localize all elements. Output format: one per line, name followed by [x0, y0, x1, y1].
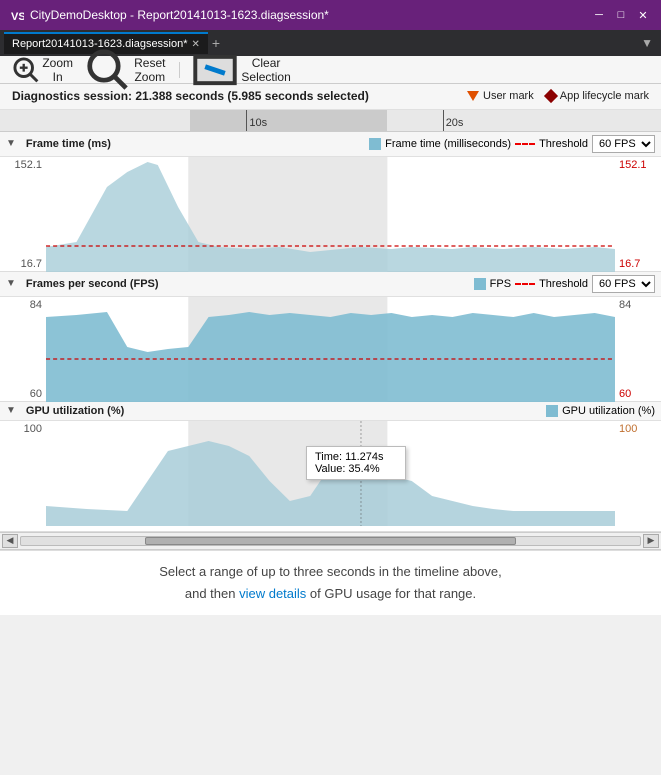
timeline-ruler: 10s 20s: [0, 110, 661, 132]
fps-y-mid: 60: [4, 388, 42, 400]
gpu-y-left: 100 0: [0, 421, 46, 526]
gpu-header: ▼ GPU utilization (%) GPU utilization (%…: [0, 402, 661, 421]
fps-y-max: 84: [4, 299, 42, 311]
fps-threshold-dash: [515, 283, 535, 285]
tab-close-button[interactable]: ✕: [192, 39, 200, 50]
fps-area: [46, 297, 615, 402]
fps-y-max-right: 84: [619, 299, 657, 311]
clear-selection-icon: [192, 47, 238, 93]
frame-time-area: [46, 157, 615, 272]
close-button[interactable]: ✕: [633, 5, 653, 25]
session-info: Diagnostics session: 21.388 seconds (5.9…: [12, 88, 369, 105]
fps-legend-box: [474, 278, 486, 290]
app-lifecycle-mark-icon: [544, 89, 558, 103]
fps-svg: [46, 297, 615, 402]
user-mark-item: User mark: [467, 90, 534, 102]
scroll-bar: ◀ ▶: [0, 532, 661, 550]
frame-time-y-min-right: 16.7: [619, 258, 657, 270]
bottom-line2: and then view details of GPU usage for t…: [20, 583, 641, 605]
fps-body: 84 60 84 60: [0, 297, 661, 402]
frame-time-y-right: 152.1 16.7: [615, 157, 661, 272]
app-title: CityDemoDesktop - Report20141013-1623.di…: [30, 8, 589, 22]
fps-title: Frames per second (FPS): [26, 278, 159, 290]
fps-y-left: 84 60: [0, 297, 46, 402]
user-mark-label: User mark: [483, 90, 534, 102]
zoom-in-button[interactable]: Zoom In: [8, 54, 77, 86]
fps-header: ▼ Frames per second (FPS) FPS Threshold …: [0, 272, 661, 297]
frame-time-header: ▼ Frame time (ms) Frame time (millisecon…: [0, 132, 661, 157]
svg-text:VS: VS: [11, 11, 24, 23]
info-bar: Diagnostics session: 21.388 seconds (5.9…: [0, 84, 661, 110]
threshold-label: Threshold: [539, 138, 588, 150]
gpu-legend-box: [546, 405, 558, 417]
reset-zoom-button[interactable]: Reset Zoom: [81, 45, 171, 93]
user-mark-icon: [467, 91, 479, 101]
clear-selection-button[interactable]: Clear Selection: [188, 45, 294, 95]
title-controls: ─ □ ✕: [589, 5, 653, 25]
reset-zoom-icon: [85, 47, 129, 91]
scroll-right-button[interactable]: ▶: [643, 534, 659, 548]
tooltip-time: Time: 11.274s: [315, 451, 397, 463]
gpu-y-max-right: 100: [619, 423, 657, 435]
tooltip-value: Value: 35.4%: [315, 463, 397, 475]
frame-time-y-max: 152.1: [4, 159, 42, 171]
fps-y-right: 84 60: [615, 297, 661, 402]
toolbar: Zoom In Reset Zoom Clear Selection: [0, 56, 661, 84]
frame-time-panel: ▼ Frame time (ms) Frame time (millisecon…: [0, 132, 661, 272]
frame-time-legend: Frame time (milliseconds) Threshold 60 F…: [369, 135, 655, 153]
frame-time-y-min: 16.7: [4, 258, 42, 270]
bottom-line1: Select a range of up to three seconds in…: [20, 561, 641, 583]
app-lifecycle-mark-item: App lifecycle mark: [546, 90, 649, 102]
fps-y-mid-right: 60: [619, 388, 657, 400]
gpu-collapse[interactable]: ▼: [6, 405, 16, 416]
fps-threshold-label: Threshold: [539, 278, 588, 290]
minimize-button[interactable]: ─: [589, 5, 609, 25]
ruler-tick-10s: 10s: [246, 110, 247, 131]
gpu-title: GPU utilization (%): [26, 405, 124, 417]
gpu-panel: ▼ GPU utilization (%) GPU utilization (%…: [0, 402, 661, 532]
app-lifecycle-mark-label: App lifecycle mark: [560, 90, 649, 102]
frame-time-title: Frame time (ms): [26, 138, 111, 150]
fps-panel: ▼ Frames per second (FPS) FPS Threshold …: [0, 272, 661, 402]
maximize-button[interactable]: □: [611, 5, 631, 25]
zoom-in-icon: [12, 56, 39, 83]
threshold-dash: [515, 143, 535, 145]
bottom-info: Select a range of up to three seconds in…: [0, 550, 661, 615]
frame-time-y-left: 152.1 16.7: [0, 157, 46, 272]
gpu-y-max: 100: [4, 423, 42, 435]
fps-legend-label: FPS: [490, 278, 511, 290]
scroll-left-button[interactable]: ◀: [2, 534, 18, 548]
vs-logo-icon: VS: [8, 7, 24, 23]
frame-time-body: 152.1 16.7 152.1 16.7: [0, 157, 661, 272]
scroll-track[interactable]: [20, 536, 641, 546]
ruler-tick-20s: 20s: [443, 110, 444, 131]
toolbar-separator: [179, 62, 180, 78]
ruler-label-10s: 10s: [249, 117, 267, 129]
frame-time-collapse[interactable]: ▼: [6, 138, 16, 149]
gpu-legend: GPU utilization (%): [546, 405, 655, 417]
frame-time-legend-label: Frame time (milliseconds): [385, 138, 511, 150]
ruler-track: 10s 20s: [50, 110, 611, 131]
frame-time-y-max-right: 152.1: [619, 159, 657, 171]
legend-marks: User mark App lifecycle mark: [467, 90, 649, 102]
tab-overflow-button[interactable]: ▼: [637, 36, 657, 50]
gpu-area: Time: 11.274s Value: 35.4%: [46, 421, 615, 526]
scroll-thumb[interactable]: [145, 537, 516, 545]
frame-time-fps-select[interactable]: 60 FPS 30 FPS: [592, 135, 655, 153]
ruler-label-20s: 20s: [446, 117, 464, 129]
gpu-body: 100 0 100 0 Time: 11.274s Value: 35.4%: [0, 421, 661, 526]
view-details-link[interactable]: view details: [239, 586, 306, 601]
fps-legend: FPS Threshold 60 FPS 30 FPS: [474, 275, 655, 293]
selection-region: [190, 110, 386, 131]
frame-time-legend-box: [369, 138, 381, 150]
title-bar: VS CityDemoDesktop - Report20141013-1623…: [0, 0, 661, 30]
gpu-legend-label: GPU utilization (%): [562, 405, 655, 417]
fps-fps-select[interactable]: 60 FPS 30 FPS: [592, 275, 655, 293]
tooltip: Time: 11.274s Value: 35.4%: [306, 446, 406, 480]
gpu-y-right: 100 0: [615, 421, 661, 526]
fps-collapse[interactable]: ▼: [6, 278, 16, 289]
frame-time-svg: [46, 157, 615, 272]
